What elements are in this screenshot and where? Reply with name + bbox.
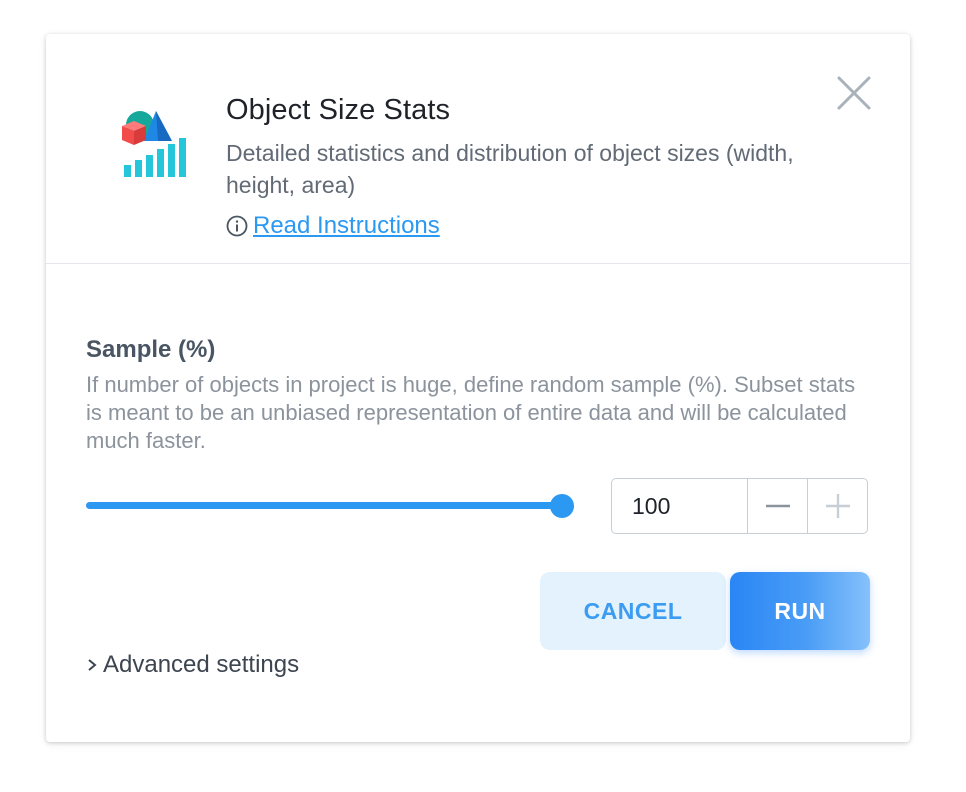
run-button[interactable]: RUN <box>730 572 870 650</box>
sample-description: If number of objects in project is huge,… <box>86 372 856 453</box>
decrement-button[interactable] <box>747 479 807 533</box>
sample-label: Sample (%) <box>86 336 216 363</box>
info-icon <box>226 215 248 237</box>
sample-slider[interactable] <box>86 493 574 519</box>
slider-fill <box>86 502 562 509</box>
dialog-header: Object Size Stats Detailed statistics an… <box>46 34 910 264</box>
sample-stepper <box>611 478 868 534</box>
app-title: Object Size Stats <box>226 94 451 126</box>
read-instructions-label[interactable]: Read Instructions <box>253 212 440 240</box>
minus-icon <box>765 504 790 508</box>
cancel-button[interactable]: CANCEL <box>540 572 726 650</box>
sample-input[interactable] <box>612 479 747 533</box>
chevron-right-icon <box>88 659 97 671</box>
increment-button[interactable] <box>807 479 867 533</box>
advanced-settings-label: Advanced settings <box>103 651 300 678</box>
slider-thumb[interactable] <box>550 494 574 518</box>
close-button[interactable] <box>835 74 873 112</box>
advanced-settings-toggle[interactable]: Advanced settings <box>86 651 299 679</box>
read-instructions-link[interactable]: Read Instructions <box>226 212 440 240</box>
app-description: Detailed statistics and distribution of … <box>226 140 794 198</box>
plus-icon <box>825 494 850 518</box>
app-dialog: Object Size Stats Detailed statistics an… <box>46 34 910 742</box>
object-stats-chart-icon <box>122 108 190 180</box>
close-icon <box>837 76 871 110</box>
